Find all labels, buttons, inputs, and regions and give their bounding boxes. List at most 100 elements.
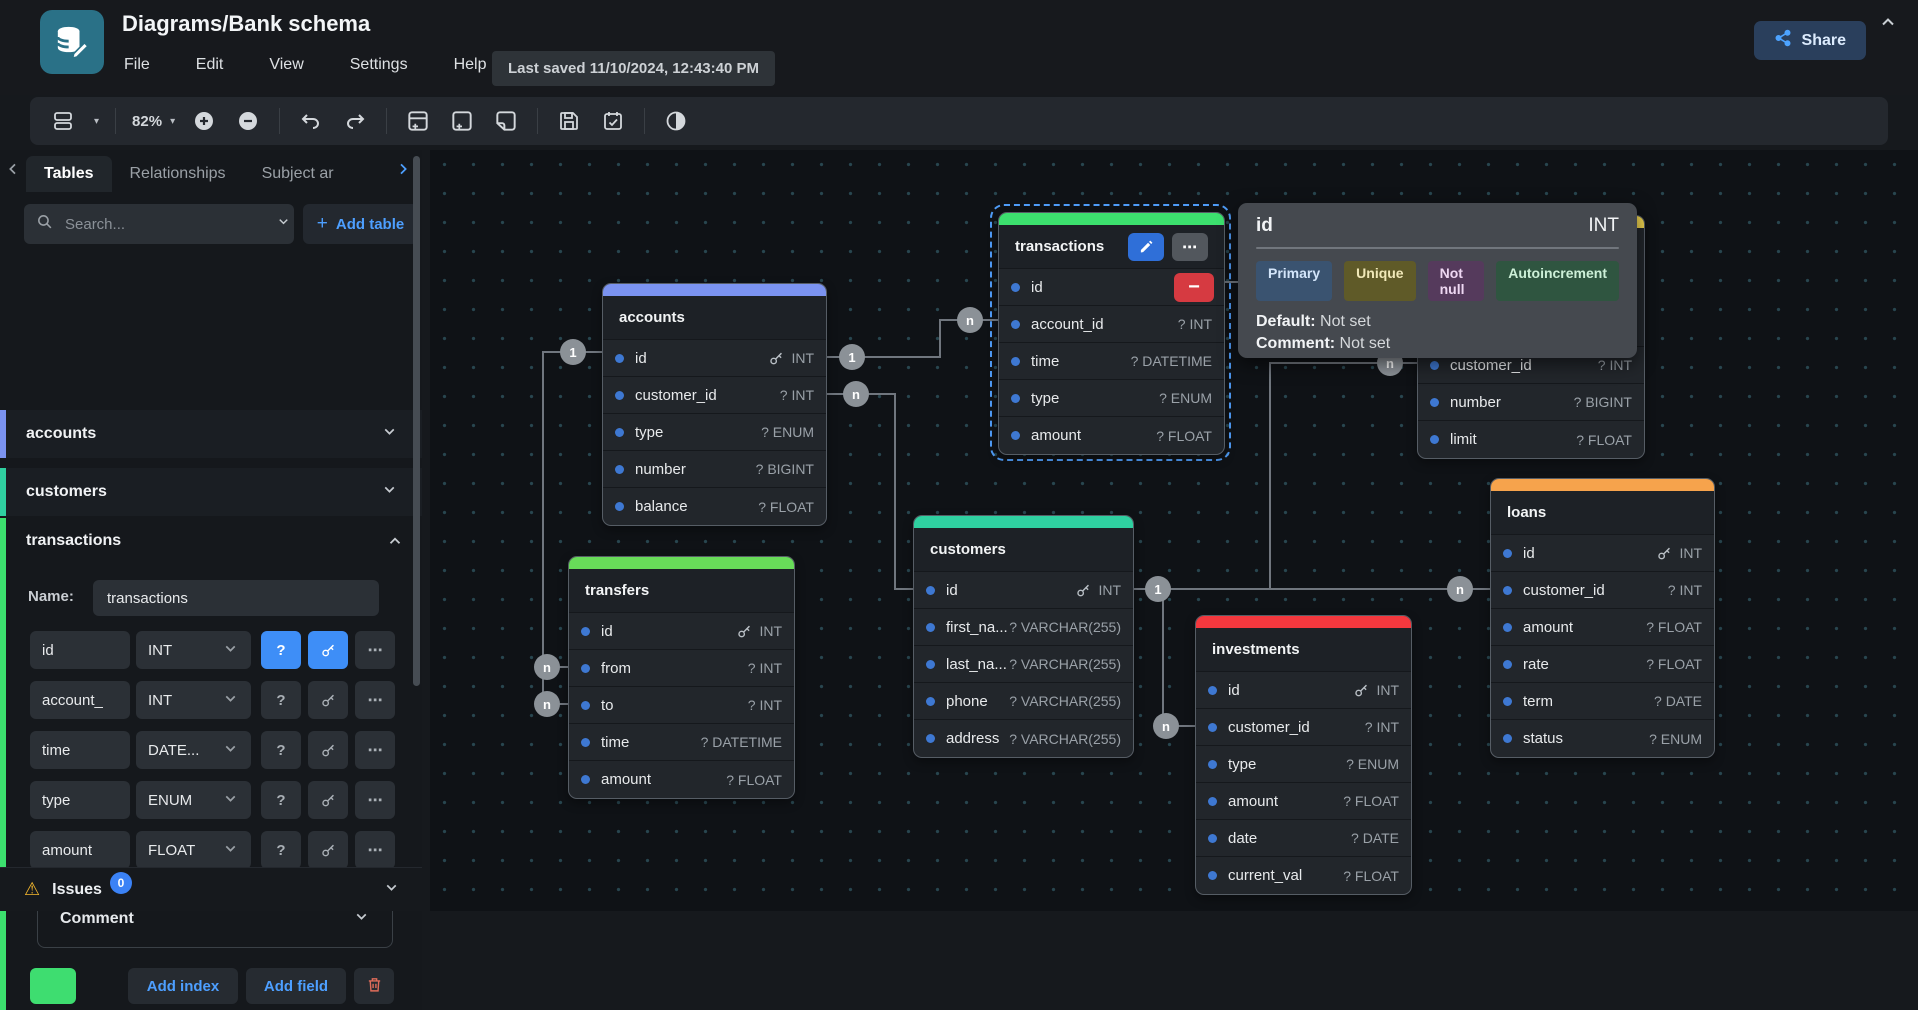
- table-title-row[interactable]: transactions⋯: [999, 225, 1224, 269]
- field-more-options-button[interactable]: ⋯: [355, 781, 395, 819]
- table-field-row-customer_id[interactable]: customer_id? INT: [1491, 572, 1714, 609]
- field-type-select[interactable]: FLOAT: [136, 831, 251, 869]
- table-field-row-last_na...[interactable]: last_na...? VARCHAR(255): [914, 646, 1133, 683]
- field-primary-key-toggle[interactable]: [308, 631, 348, 669]
- toolbar-collapse-chevron-up-icon[interactable]: [1878, 12, 1898, 37]
- menu-item-help[interactable]: Help: [448, 52, 493, 78]
- undo-icon[interactable]: [296, 106, 326, 136]
- canvas-table-transfers[interactable]: transfersidINTfrom? INTto? INTtime? DATE…: [568, 556, 795, 799]
- table-field-row-time[interactable]: time? DATETIME: [999, 343, 1224, 380]
- table-field-row-balance[interactable]: balance? FLOAT: [603, 488, 826, 525]
- todo-list-icon[interactable]: [598, 106, 628, 136]
- field-more-options-button[interactable]: ⋯: [355, 631, 395, 669]
- save-icon[interactable]: [554, 106, 584, 136]
- table-field-row-id[interactable]: idINT: [569, 613, 794, 650]
- table-field-row-term[interactable]: term? DATE: [1491, 683, 1714, 720]
- table-field-row-amount[interactable]: amount? FLOAT: [1196, 783, 1411, 820]
- table-field-row-current_val[interactable]: current_val? FLOAT: [1196, 857, 1411, 894]
- menu-item-file[interactable]: File: [118, 52, 156, 78]
- table-name-input[interactable]: [93, 580, 379, 616]
- table-field-row-amount[interactable]: amount? FLOAT: [1491, 609, 1714, 646]
- field-type-select[interactable]: INT: [136, 681, 251, 719]
- field-more-options-button[interactable]: ⋯: [355, 731, 395, 769]
- theme-toggle-icon[interactable]: [661, 106, 691, 136]
- table-field-row-type[interactable]: type? ENUM: [603, 414, 826, 451]
- field-type-select[interactable]: INT: [136, 631, 251, 669]
- field-primary-key-toggle[interactable]: [308, 731, 348, 769]
- table-field-row-id[interactable]: idINT: [603, 340, 826, 377]
- table-title-row[interactable]: customers: [914, 528, 1133, 572]
- collapse-chevron-up-icon[interactable]: [386, 532, 404, 555]
- field-type-select[interactable]: ENUM: [136, 781, 251, 819]
- canvas-table-transactions[interactable]: transactions⋯id−account_id? INTtime? DAT…: [998, 212, 1225, 455]
- tab-relationships[interactable]: Relationships: [112, 156, 244, 192]
- field-type-select[interactable]: DATE...: [136, 731, 251, 769]
- menu-item-settings[interactable]: Settings: [344, 52, 414, 78]
- redo-icon[interactable]: [340, 106, 370, 136]
- field-nullable-toggle[interactable]: ?: [261, 831, 301, 869]
- table-field-row-customer_id[interactable]: customer_id? INT: [1196, 709, 1411, 746]
- zoom-out-icon[interactable]: [233, 106, 263, 136]
- table-field-row-number[interactable]: number? BIGINT: [1418, 384, 1644, 421]
- sidebar-table-row-accounts[interactable]: accounts: [0, 410, 422, 458]
- zoom-level-select[interactable]: 82%▾: [132, 113, 175, 130]
- table-field-row-amount[interactable]: amount? FLOAT: [569, 761, 794, 798]
- search-dropdown-chevron-icon[interactable]: [276, 214, 291, 234]
- field-primary-key-toggle[interactable]: [308, 681, 348, 719]
- table-field-row-amount[interactable]: amount? FLOAT: [999, 417, 1224, 454]
- expanded-table-name[interactable]: transactions: [26, 532, 121, 550]
- field-name-input[interactable]: type: [30, 781, 130, 819]
- table-field-row-to[interactable]: to? INT: [569, 687, 794, 724]
- sidebar-scrollbar-thumb[interactable]: [413, 156, 420, 686]
- field-name-input[interactable]: time: [30, 731, 130, 769]
- table-field-row-limit[interactable]: limit? FLOAT: [1418, 421, 1644, 458]
- issues-footer[interactable]: ⚠ Issues 0: [0, 867, 422, 911]
- field-primary-key-toggle[interactable]: [308, 781, 348, 819]
- table-field-row-rate[interactable]: rate? FLOAT: [1491, 646, 1714, 683]
- app-logo-database-pencil-icon[interactable]: [40, 10, 104, 74]
- table-field-row-first_na...[interactable]: first_na...? VARCHAR(255): [914, 609, 1133, 646]
- menu-item-edit[interactable]: Edit: [190, 52, 230, 78]
- field-nullable-toggle[interactable]: ?: [261, 781, 301, 819]
- tab-subject-ar[interactable]: Subject ar: [244, 156, 352, 192]
- edit-table-button[interactable]: [1128, 233, 1164, 261]
- table-field-row-phone[interactable]: phone? VARCHAR(255): [914, 683, 1133, 720]
- field-name-input[interactable]: account_: [30, 681, 130, 719]
- table-field-row-type[interactable]: type? ENUM: [1196, 746, 1411, 783]
- table-more-options-button[interactable]: ⋯: [1172, 233, 1208, 261]
- table-field-row-number[interactable]: number? BIGINT: [603, 451, 826, 488]
- chevron-down-icon[interactable]: [381, 481, 398, 503]
- table-field-row-id[interactable]: idINT: [1491, 535, 1714, 572]
- add-index-button[interactable]: Add index: [128, 968, 238, 1004]
- table-title-row[interactable]: investments: [1196, 628, 1411, 672]
- table-title-row[interactable]: accounts: [603, 296, 826, 340]
- add-table-button[interactable]: + Add table: [303, 204, 418, 244]
- field-name-input[interactable]: id: [30, 631, 130, 669]
- add-area-icon[interactable]: [447, 106, 477, 136]
- menu-item-view[interactable]: View: [263, 52, 309, 78]
- table-field-row-id[interactable]: idINT: [914, 572, 1133, 609]
- table-field-row-id[interactable]: idINT: [1196, 672, 1411, 709]
- field-nullable-toggle[interactable]: ?: [261, 681, 301, 719]
- table-field-row-from[interactable]: from? INT: [569, 650, 794, 687]
- field-nullable-toggle[interactable]: ?: [261, 631, 301, 669]
- tabs-scroll-left-icon[interactable]: [0, 161, 26, 182]
- add-field-button[interactable]: Add field: [246, 968, 346, 1004]
- chevron-down-icon[interactable]: [381, 423, 398, 445]
- table-field-row-status[interactable]: status? ENUM: [1491, 720, 1714, 757]
- field-more-options-button[interactable]: ⋯: [355, 831, 395, 869]
- table-field-row-type[interactable]: type? ENUM: [999, 380, 1224, 417]
- canvas-table-accounts[interactable]: accountsidINTcustomer_id? INTtype? ENUMn…: [602, 283, 827, 526]
- share-button[interactable]: Share: [1754, 21, 1866, 60]
- delete-table-button[interactable]: [354, 968, 394, 1004]
- canvas-table-loans[interactable]: loansidINTcustomer_id? INTamount? FLOATr…: [1490, 478, 1715, 758]
- table-search[interactable]: [24, 204, 294, 244]
- table-field-row-address[interactable]: address? VARCHAR(255): [914, 720, 1133, 757]
- table-field-row-id[interactable]: id−: [999, 269, 1224, 306]
- canvas-table-investments[interactable]: investmentsidINTcustomer_id? INTtype? EN…: [1195, 615, 1412, 895]
- table-title-row[interactable]: transfers: [569, 569, 794, 613]
- table-field-row-account_id[interactable]: account_id? INT: [999, 306, 1224, 343]
- table-field-row-date[interactable]: date? DATE: [1196, 820, 1411, 857]
- field-name-input[interactable]: amount: [30, 831, 130, 869]
- table-field-row-time[interactable]: time? DATETIME: [569, 724, 794, 761]
